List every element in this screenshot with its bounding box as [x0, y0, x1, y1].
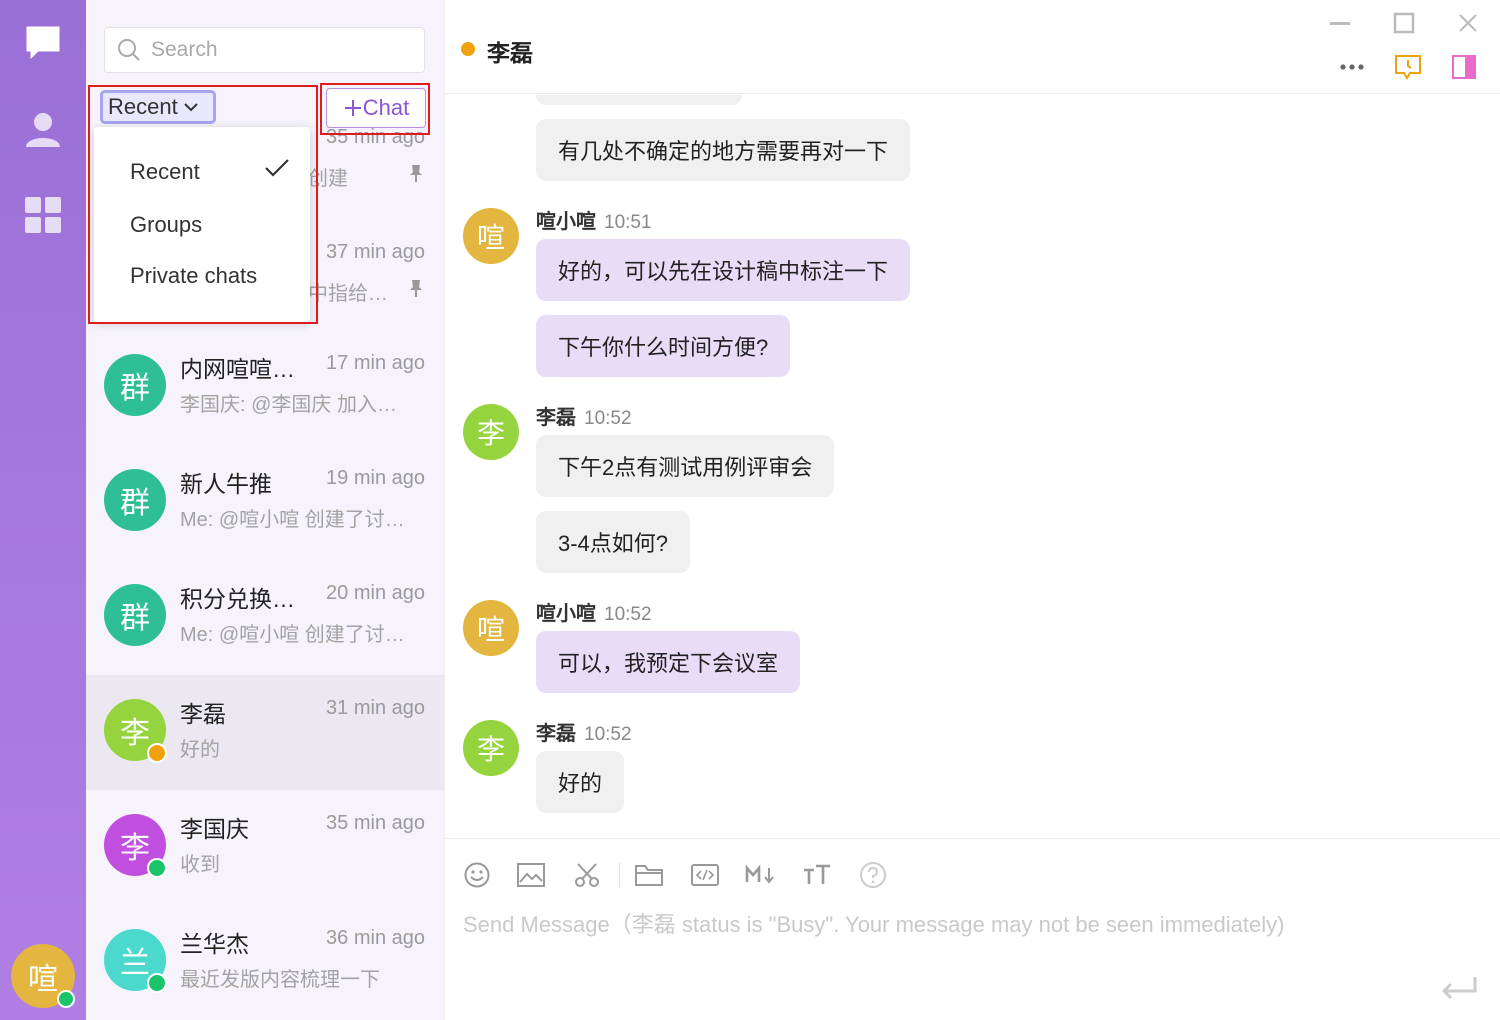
- conversation-item[interactable]: 兰兰华杰 36 min ago 最近发版内容梳理一下: [86, 905, 444, 1020]
- status-dot: [147, 973, 167, 993]
- message-bubble: 3-4点如何?: [536, 511, 691, 573]
- conversation-avatar: 群: [104, 354, 166, 416]
- message-bubble: 好的，可以先在设计稿中标注一下: [536, 239, 911, 301]
- highlight-box-filter: [88, 85, 318, 324]
- conversation-preview: 收到: [180, 854, 220, 876]
- message-time: 10:52: [584, 724, 632, 745]
- pin-icon: [410, 280, 422, 297]
- close-icon[interactable]: [1453, 8, 1483, 38]
- conversation-preview: 最近发版内容梳理一下: [180, 969, 380, 991]
- online-status-dot: [57, 990, 75, 1008]
- conversation-preview: 创建: [308, 168, 348, 190]
- conversation-time: 31 min ago: [326, 697, 425, 719]
- history-icon[interactable]: [1393, 52, 1423, 82]
- status-dot: [147, 743, 167, 763]
- message-bubble-partial: [536, 95, 742, 105]
- message-meta: 李磊 10:52: [536, 401, 632, 430]
- conversation-item[interactable]: 李李国庆 35 min ago 收到: [86, 790, 444, 905]
- conversation-time: 36 min ago: [326, 927, 425, 949]
- message-bubble: 有几处不确定的地方需要再对一下: [536, 119, 911, 181]
- app-rail: 喧: [0, 0, 86, 1020]
- message-meta: 李磊 10:52: [536, 717, 632, 746]
- message-bubble: 下午2点有测试用例评审会: [536, 435, 835, 497]
- conversation-item[interactable]: 李李磊 31 min ago 好的: [86, 675, 444, 790]
- toolbar-divider: [619, 863, 620, 887]
- markdown-icon[interactable]: [745, 859, 777, 891]
- message-avatar[interactable]: 李: [463, 720, 519, 776]
- conversation-name: 李磊: [180, 701, 226, 727]
- message-meta: 喧小喧 10:51: [536, 205, 652, 234]
- search-box[interactable]: [104, 27, 425, 73]
- message-time: 10:51: [604, 212, 652, 233]
- conversation-name: 内网喧喧…: [180, 356, 295, 382]
- help-icon[interactable]: [857, 859, 889, 891]
- message-time: 10:52: [584, 408, 632, 429]
- message-avatar[interactable]: 李: [463, 404, 519, 460]
- conversation-preview: 中指给…: [308, 283, 388, 305]
- message-time: 10:52: [604, 604, 652, 625]
- message-bubble: 可以，我预定下会议室: [536, 631, 801, 693]
- conversation-item[interactable]: 群内网喧喧… 17 min ago 李国庆: @李国庆 加入…: [86, 330, 444, 445]
- conversation-preview: Me: @喧小喧 创建了讨…: [180, 624, 405, 646]
- conversation-time: 17 min ago: [326, 352, 425, 374]
- highlight-box-new-chat: [320, 83, 430, 135]
- code-icon[interactable]: [689, 859, 721, 891]
- message-meta: 喧小喧 10:52: [536, 597, 652, 626]
- message-avatar[interactable]: 喧: [463, 600, 519, 656]
- text-size-icon[interactable]: [801, 859, 833, 891]
- conversation-item[interactable]: 群新人牛推 19 min ago Me: @喧小喧 创建了讨…: [86, 445, 444, 560]
- chat-bubble-icon[interactable]: [22, 22, 64, 64]
- conversation-name: 新人牛推: [180, 471, 272, 497]
- send-enter-icon[interactable]: [1439, 973, 1479, 1003]
- apps-grid-icon[interactable]: [22, 194, 64, 236]
- message-composer: [445, 838, 1500, 1020]
- message-sender: 喧小喧: [536, 211, 596, 233]
- conversation-preview: 李国庆: @李国庆 加入…: [180, 394, 397, 416]
- message-bubble: 下午你什么时间方便?: [536, 315, 791, 377]
- chat-header: 李磊: [445, 0, 1500, 94]
- sidebar-toggle-icon[interactable]: [1449, 52, 1479, 82]
- busy-status-dot: [461, 42, 475, 56]
- conversation-list-panel: 35 min ago 创建 37 min ago 中指给… 群内网喧喧…17 m…: [86, 0, 444, 1020]
- conversation-item[interactable]: 群积分兑换… 20 min ago Me: @喧小喧 创建了讨…: [86, 560, 444, 675]
- status-dot: [147, 858, 167, 878]
- conversation-name: 兰华杰: [180, 931, 249, 957]
- image-icon[interactable]: [515, 859, 547, 891]
- message-list: 有几处不确定的地方需要再对一下喧喧小喧 10:51 好的，可以先在设计稿中标注一下下…: [445, 95, 1500, 837]
- conversation-time: 35 min ago: [326, 812, 425, 834]
- search-icon: [118, 39, 140, 61]
- conversation-time: 37 min ago: [326, 241, 425, 263]
- conversation-preview: 好的: [180, 739, 220, 761]
- pin-icon: [410, 165, 422, 182]
- conversation-preview: Me: @喧小喧 创建了讨…: [180, 509, 405, 531]
- search-input[interactable]: [151, 38, 401, 62]
- minimize-icon[interactable]: [1325, 8, 1355, 38]
- conversation-time: 19 min ago: [326, 467, 425, 489]
- message-sender: 李磊: [536, 723, 576, 745]
- conversation-name: 积分兑换…: [180, 586, 295, 612]
- conversation-name: 李国庆: [180, 816, 249, 842]
- user-avatar-text: 喧: [28, 963, 58, 996]
- message-bubble: 好的: [536, 751, 625, 813]
- chat-title: 李磊: [487, 40, 533, 66]
- emoji-icon[interactable]: [461, 859, 493, 891]
- more-options-icon[interactable]: [1337, 52, 1367, 82]
- conversation-avatar: 群: [104, 469, 166, 531]
- folder-icon[interactable]: [633, 859, 665, 891]
- message-sender: 李磊: [536, 407, 576, 429]
- contacts-icon[interactable]: [22, 108, 64, 150]
- message-avatar[interactable]: 喧: [463, 208, 519, 264]
- chat-window: 李磊 有几处不确定的地方需要再对一下喧喧小喧 10:51 好的，可以先在设计稿中标注…: [444, 0, 1500, 1020]
- conversation-avatar: 群: [104, 584, 166, 646]
- message-input[interactable]: [463, 905, 1473, 945]
- scissors-icon[interactable]: [571, 859, 603, 891]
- maximize-icon[interactable]: [1389, 8, 1419, 38]
- conversation-time: 20 min ago: [326, 582, 425, 604]
- message-sender: 喧小喧: [536, 603, 596, 625]
